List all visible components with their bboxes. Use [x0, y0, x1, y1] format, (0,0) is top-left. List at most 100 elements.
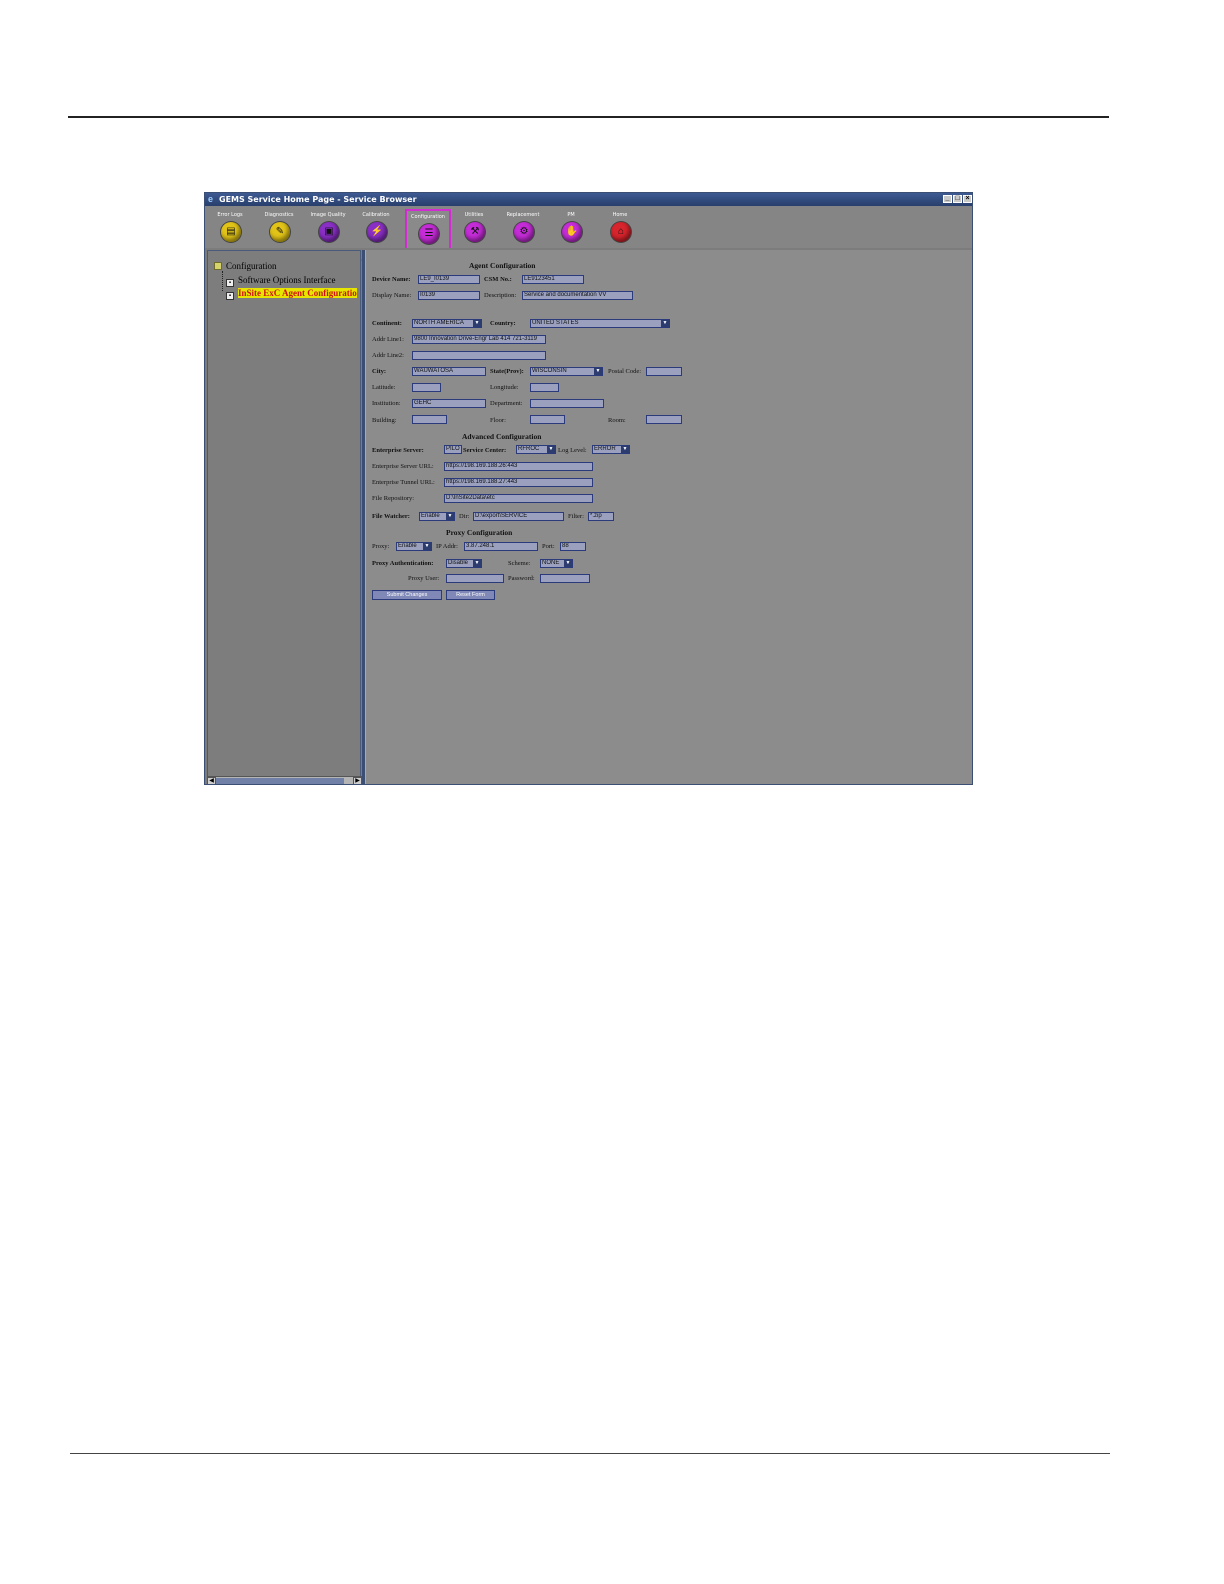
service-center-label: Service Center: — [463, 447, 507, 454]
maximize-button[interactable]: □ — [953, 195, 962, 203]
tree-root[interactable]: Configuration — [214, 261, 277, 271]
page-bottom-rule — [70, 1453, 1110, 1454]
chevron-down-icon: ▼ — [594, 368, 602, 375]
addr1-field[interactable]: 9800 Innovation Drive-Engr Lab 414 721-3… — [412, 335, 546, 344]
tree-item-insite-agent-config[interactable]: ▪ InSite ExC Agent Configuratio — [226, 288, 357, 300]
dir-label: Dir: — [459, 513, 470, 520]
device-name-field[interactable]: LE9_I0139 — [418, 275, 480, 284]
country-select[interactable]: UNITED STATES ▼ — [530, 319, 670, 328]
display-name-field[interactable]: I0139 — [418, 291, 480, 300]
password-field[interactable] — [540, 574, 590, 583]
tool-utilities[interactable]: Utilities ⚒ — [451, 206, 497, 248]
proxy-user-field[interactable] — [446, 574, 504, 583]
latitude-field[interactable] — [412, 383, 441, 392]
tree-horizontal-scrollbar[interactable]: ◀ ▶ — [207, 776, 362, 784]
file-repo-label: File Repository: — [372, 495, 415, 502]
tool-calibration[interactable]: Calibration ⚡ — [353, 206, 399, 248]
proxy-select[interactable]: Enable ▼ — [396, 542, 432, 551]
longitude-field[interactable] — [530, 383, 559, 392]
institution-label: Institution: — [372, 400, 401, 407]
tool-error-logs[interactable]: Error Logs ▤ — [207, 206, 253, 248]
tool-pm[interactable]: PM ✋ — [548, 206, 594, 248]
tree-connector — [222, 271, 223, 291]
institution-field[interactable]: GEHC — [412, 399, 486, 408]
tool-home[interactable]: Home ⌂ — [597, 206, 643, 248]
file-watcher-select[interactable]: Enable ▼ — [419, 512, 455, 521]
log-level-select[interactable]: ERROR ▼ — [592, 445, 630, 454]
scroll-left-arrow-icon[interactable]: ◀ — [207, 777, 216, 784]
tunnel-url-field[interactable]: https://198.169.188.27:443 — [444, 478, 593, 487]
continent-value: NORTH AMERICA — [414, 320, 464, 326]
tool-label: Diagnostics — [264, 212, 294, 218]
error-logs-icon: ▤ — [221, 222, 241, 242]
csm-field[interactable]: LE9123451 — [522, 275, 584, 284]
tool-label: PM — [567, 212, 575, 218]
chevron-down-icon: ▼ — [446, 513, 454, 520]
port-field[interactable]: 88 — [560, 542, 586, 551]
folder-icon — [214, 262, 222, 270]
enterprise-url-field[interactable]: https://198.169.188.26:443 — [444, 462, 593, 471]
chevron-down-icon: ▼ — [423, 543, 431, 550]
proxy-user-label: Proxy User: — [408, 575, 440, 582]
tool-image-quality[interactable]: Image Quality ▣ — [305, 206, 351, 248]
department-label: Department: — [490, 400, 523, 407]
tree-item-software-options[interactable]: ▪ Software Options Interface — [226, 275, 335, 287]
addr2-label: Addr Line2: — [372, 352, 404, 359]
chevron-down-icon: ▼ — [564, 560, 572, 567]
tool-diagnostics[interactable]: Diagnostics ✎ — [256, 206, 302, 248]
addr2-field[interactable] — [412, 351, 546, 360]
proxy-auth-select[interactable]: Disable ▼ — [446, 559, 482, 568]
configuration-icon: ☰ — [419, 224, 439, 244]
tree-root-label: Configuration — [226, 261, 277, 271]
reset-form-button[interactable]: Reset Form — [446, 590, 495, 600]
service-center-select[interactable]: RFROC ▼ — [516, 445, 556, 454]
device-name-label: Device Name: — [372, 276, 411, 283]
ip-field[interactable]: 3.87.248.1 — [464, 542, 538, 551]
room-label: Room: — [608, 417, 626, 424]
enterprise-server-select[interactable]: PILO — [444, 445, 462, 454]
scheme-label: Scheme: — [508, 560, 531, 567]
proxy-label: Proxy: — [372, 543, 390, 550]
country-label: Country: — [490, 320, 516, 327]
page-icon: ▪ — [226, 279, 234, 287]
postal-code-field[interactable] — [646, 367, 682, 376]
chevron-down-icon: ▼ — [661, 320, 669, 327]
continent-select[interactable]: NORTH AMERICA ▼ — [412, 319, 482, 328]
enterprise-url-label: Enterprise Server URL: — [372, 463, 434, 470]
chevron-down-icon: ▼ — [473, 560, 481, 567]
scroll-thumb[interactable] — [216, 778, 344, 784]
building-field[interactable] — [412, 415, 447, 424]
addr1-label: Addr Line1: — [372, 336, 404, 343]
image-quality-icon: ▣ — [319, 222, 339, 242]
dir-field[interactable]: D:\export\SERVICE — [473, 512, 564, 521]
close-button[interactable]: × — [963, 195, 972, 203]
file-repo-field[interactable]: D:\InSite2Data\etc — [444, 494, 593, 503]
enterprise-server-value: PILO — [446, 446, 460, 452]
floor-field[interactable] — [530, 415, 565, 424]
filter-field[interactable]: *.zip — [588, 512, 614, 521]
chevron-down-icon: ▼ — [547, 446, 555, 453]
scheme-select[interactable]: NONE ▼ — [540, 559, 573, 568]
country-value: UNITED STATES — [532, 320, 579, 326]
tool-label: Replacement — [506, 212, 540, 218]
tool-replacement[interactable]: Replacement ⚙ — [500, 206, 546, 248]
minimize-button[interactable]: _ — [943, 195, 952, 203]
room-field[interactable] — [646, 415, 682, 424]
submit-changes-button[interactable]: Submit Changes — [372, 590, 442, 600]
utilities-icon: ⚒ — [465, 222, 485, 242]
department-field[interactable] — [530, 399, 604, 408]
city-field[interactable]: WAUWATOSA — [412, 367, 486, 376]
chevron-down-icon: ▼ — [621, 446, 629, 453]
tool-label: Error Logs — [217, 212, 243, 218]
service-browser-window: e GEMS Service Home Page - Service Brows… — [204, 192, 973, 785]
browser-icon: e — [208, 194, 214, 204]
tool-configuration[interactable]: Configuration ☰ — [405, 209, 451, 248]
floor-label: Floor: — [490, 417, 506, 424]
csm-label: CSM No.: — [484, 276, 512, 283]
state-select[interactable]: WISCONSIN ▼ — [530, 367, 603, 376]
agent-config-header: Agent Configuration — [469, 261, 536, 270]
tool-label: Home — [612, 212, 628, 218]
scroll-right-arrow-icon[interactable]: ▶ — [353, 777, 362, 784]
password-label: Password: — [508, 575, 535, 582]
description-field[interactable]: Service and documentation VV — [522, 291, 633, 300]
